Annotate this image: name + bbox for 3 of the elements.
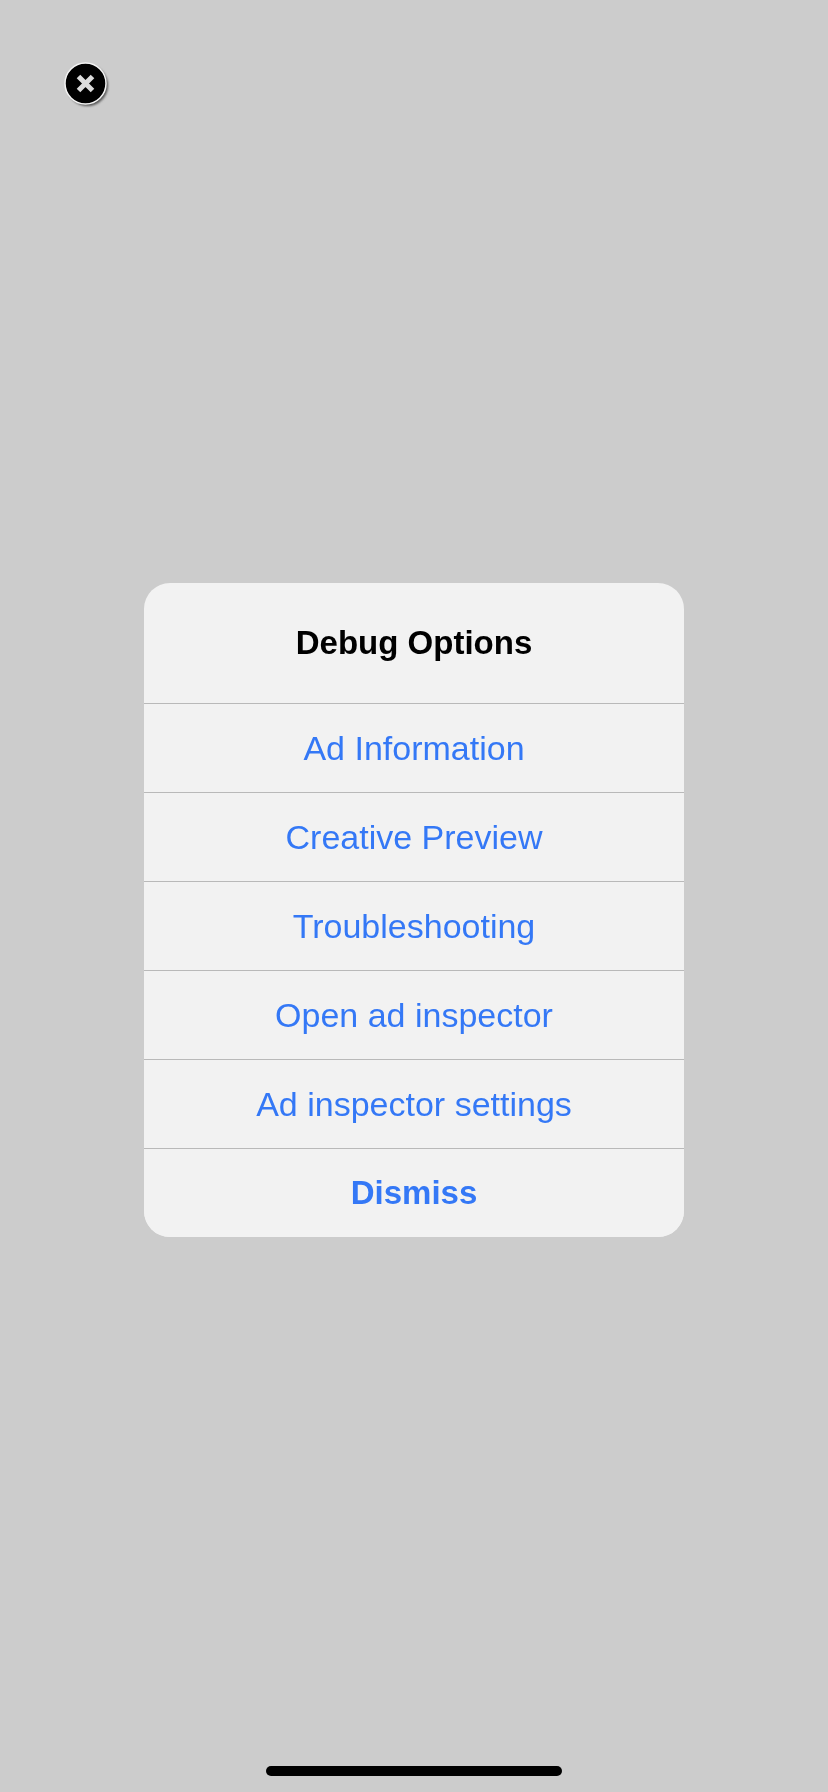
- dismiss-button[interactable]: Dismiss: [144, 1148, 684, 1237]
- dialog-title: Debug Options: [295, 624, 533, 662]
- close-icon[interactable]: [64, 62, 110, 108]
